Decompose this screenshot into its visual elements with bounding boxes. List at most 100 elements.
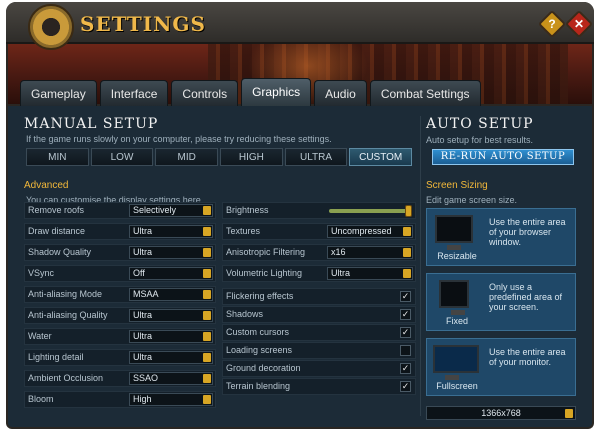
chevron-down-icon [203,227,211,236]
brightness-label: Brightness [226,205,269,215]
screen-mode-label: Resizable [437,251,477,261]
chevron-down-icon [203,248,211,257]
setting-label: Remove roofs [28,205,85,215]
screen-mode-desc: Use the entire area of your monitor. [489,347,566,367]
toggle-label: Loading screens [226,345,293,355]
help-button[interactable]: ? [537,9,567,39]
chevron-down-icon [203,290,211,299]
brightness-slider[interactable] [329,205,412,217]
close-button[interactable]: ✕ [564,9,594,39]
setting-dropdown[interactable]: Uncompressed [327,225,413,238]
setting-value: x16 [331,247,346,257]
setting-dropdown[interactable]: MSAA [129,288,213,301]
chevron-down-icon [403,248,411,257]
setting-dropdown[interactable]: Ultra [129,309,213,322]
screen-mode-resizable[interactable]: Resizable Use the entire area of your bro… [426,208,576,266]
chevron-down-icon [565,409,573,418]
rerun-auto-setup-button[interactable]: RE-RUN AUTO SETUP [432,149,574,165]
preset-min-button[interactable]: MIN [26,148,89,166]
chevron-down-icon [203,206,211,215]
toggle-label: Ground decoration [226,363,301,373]
setting-dropdown[interactable]: Ultra [129,330,213,343]
toggle-row: Custom cursors ✓ [222,324,416,341]
auto-setup-note: Auto setup for best results. [426,135,534,145]
tab-controls[interactable]: Controls [171,80,239,106]
setting-label: Shadow Quality [28,247,92,257]
manual-setup-note: If the game runs slowly on your computer… [26,134,332,144]
setting-value: Selectively [133,205,177,215]
setting-dropdown[interactable]: Ultra [129,351,213,364]
screen-mode-fullscreen[interactable]: Fullscreen Use the entire area of your mo… [426,338,576,396]
setting-dropdown[interactable]: Ultra [129,225,213,238]
checkbox[interactable]: ✓ [400,291,411,302]
screen-sizing-note: Edit game screen size. [426,195,518,205]
checkbox[interactable]: ✓ [400,381,411,392]
checkbox[interactable]: ✓ [400,309,411,320]
tab-graphics[interactable]: Graphics [241,78,312,106]
setting-label: VSync [28,268,55,278]
setting-value: Uncompressed [331,226,392,236]
toggle-label: Flickering effects [226,291,294,301]
preset-mid-button[interactable]: MID [155,148,219,166]
setting-row: Draw distance Ultra [24,223,216,240]
setting-dropdown[interactable]: Ultra [327,267,413,280]
setting-value: Ultra [133,310,153,320]
checkbox[interactable]: ✓ [400,363,411,374]
resolution-value: 1366x768 [481,408,521,418]
setting-row: Volumetric Lighting Ultra [222,265,416,282]
setting-row: Ambient Occlusion SSAO [24,370,216,387]
setting-dropdown[interactable]: High [129,393,213,406]
toggle-row: Shadows ✓ [222,306,416,323]
screen-sizing-title: Screen Sizing [426,180,488,191]
slider-handle[interactable] [405,205,412,217]
tab-combat-settings[interactable]: Combat Settings [369,80,481,106]
checkbox[interactable] [400,345,411,356]
tab-interface[interactable]: Interface [99,80,169,106]
auto-setup-title: AUTO SETUP [426,116,534,132]
setting-row: Anisotropic Filtering x16 [222,244,416,261]
setting-value: Ultra [133,352,153,362]
manual-setup-title: MANUAL SETUP [24,116,159,132]
setting-dropdown[interactable]: x16 [327,246,413,259]
chevron-down-icon [203,374,211,383]
setting-dropdown[interactable]: Selectively [129,204,213,217]
preset-ultra-button[interactable]: ULTRA [284,148,348,166]
preset-low-button[interactable]: LOW [90,148,154,166]
setting-value: Ultra [133,331,153,341]
screen-mode-label: Fullscreen [436,381,478,391]
help-icon: ? [548,17,556,31]
screen-mode-fixed[interactable]: Fixed Only use a predefined area of your … [426,273,576,331]
setting-label: Anti-aliasing Mode [28,289,103,299]
setting-label: Volumetric Lighting [226,268,303,278]
setting-row: VSync Off [24,265,216,282]
preset-buttons: MIN LOW MID HIGH ULTRA CUSTOM [26,148,413,166]
window-title: SETTINGS [80,12,206,36]
setting-value: MSAA [133,289,159,299]
tab-bar: Gameplay Interface Controls Graphics Audio Co… [20,78,481,106]
resolution-dropdown[interactable]: 1366x768 [426,406,576,420]
preset-high-button[interactable]: HIGH [220,148,283,166]
tab-gameplay[interactable]: Gameplay [20,80,97,106]
toggle-row: Loading screens [222,342,416,359]
setting-row: Anti-aliasing Quality Ultra [24,307,216,324]
setting-dropdown[interactable]: Ultra [129,246,213,259]
screen-mode-label: Fixed [445,316,468,326]
setting-label: Water [28,331,52,341]
setting-dropdown[interactable]: SSAO [129,372,213,385]
setting-row: Water Ultra [24,328,216,345]
setting-row: Textures Uncompressed [222,223,416,240]
title-bar: SETTINGS ? ✕ [6,2,594,50]
setting-row: Anti-aliasing Mode MSAA [24,286,216,303]
tab-audio[interactable]: Audio [314,80,367,106]
monitor-icon [439,280,469,315]
toggle-label: Terrain blending [226,381,291,391]
checkbox[interactable]: ✓ [400,327,411,338]
monitor-icon [433,345,479,380]
setting-dropdown[interactable]: Off [129,267,213,280]
preset-custom-button[interactable]: CUSTOM [349,148,413,166]
setting-value: Ultra [331,268,351,278]
toggle-label: Shadows [226,309,264,319]
toggle-row: Flickering effects ✓ [222,288,416,305]
setting-row: Lighting detail Ultra [24,349,216,366]
gear-icon [28,4,74,50]
